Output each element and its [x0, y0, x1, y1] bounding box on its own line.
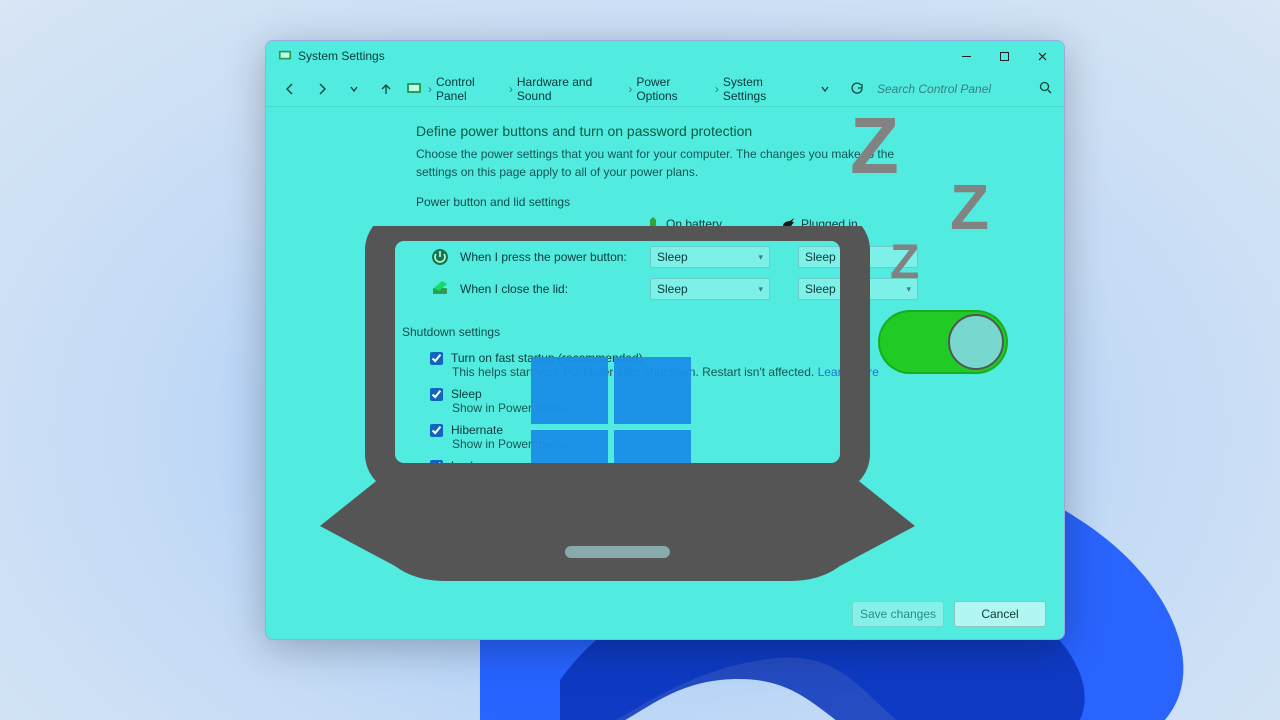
chevron-down-icon: ▾ — [758, 284, 763, 295]
learn-more-link[interactable]: Learn More — [818, 365, 879, 379]
opt-fast-startup-label: Turn on fast startup (recommended) — [451, 351, 643, 365]
footer-buttons: Save changes Cancel — [852, 601, 1046, 627]
power-icon — [430, 247, 450, 267]
crumb-3[interactable]: System Settings — [723, 75, 805, 103]
up-button[interactable] — [374, 77, 398, 101]
battery-icon — [646, 217, 660, 231]
crumb-0[interactable]: Control Panel — [436, 75, 505, 103]
opt-lock: Lock Show in account picture menu. — [416, 455, 1032, 491]
refresh-button[interactable] — [845, 77, 869, 101]
app-icon — [278, 49, 292, 63]
opt-sleep-desc: Show in Power menu. — [452, 401, 1032, 415]
opt-hibernate-label: Hibernate — [451, 423, 503, 437]
page-heading: Define power buttons and turn on passwor… — [416, 123, 1032, 139]
search-input[interactable] — [877, 82, 1033, 96]
chevron-down-icon: ▾ — [906, 252, 911, 263]
row-power-button: When I press the power button: Sleep▾ Sl… — [416, 241, 1032, 273]
select-lid-battery[interactable]: Sleep▾ — [650, 278, 770, 300]
opt-hibernate-desc: Show in Power menu. — [452, 437, 1032, 451]
save-button[interactable]: Save changes — [852, 601, 944, 627]
control-panel-icon — [406, 81, 422, 97]
col-plugged-label: Plugged in — [801, 217, 858, 231]
opt-lock-desc: Show in account picture menu. — [452, 473, 1032, 487]
check-hibernate[interactable] — [430, 424, 443, 437]
toggle-knob — [948, 314, 1004, 370]
titlebar: System Settings — [266, 41, 1064, 71]
toolbar: › Control Panel › Hardware and Sound › P… — [266, 71, 1064, 107]
opt-lock-label: Lock — [451, 459, 476, 473]
chevron-down-icon: ▾ — [758, 252, 763, 263]
recent-chevron-icon[interactable] — [342, 77, 366, 101]
check-lock[interactable] — [430, 460, 443, 473]
toggle-switch-graphic — [878, 310, 1008, 374]
forward-button[interactable] — [310, 77, 334, 101]
opt-sleep: Sleep Show in Power menu. — [416, 383, 1032, 419]
plug-icon — [781, 217, 795, 231]
cancel-button[interactable]: Cancel — [954, 601, 1046, 627]
back-button[interactable] — [278, 77, 302, 101]
crumb-2[interactable]: Power Options — [636, 75, 711, 103]
row-lid-label: When I close the lid: — [460, 282, 640, 296]
maximize-button[interactable] — [990, 45, 1018, 67]
select-power-battery[interactable]: Sleep▾ — [650, 246, 770, 268]
search-box[interactable] — [877, 81, 1052, 97]
opt-fast-startup-desc: This helps start your PC faster after sh… — [452, 365, 814, 379]
row-power-label: When I press the power button: — [460, 250, 640, 264]
opt-sleep-label: Sleep — [451, 387, 482, 401]
section-power-lid: Power button and lid settings — [416, 195, 1032, 209]
search-icon — [1039, 81, 1052, 97]
window-title: System Settings — [298, 49, 385, 63]
select-lid-plugged[interactable]: Sleep▾ — [798, 278, 918, 300]
address-chevron-icon[interactable] — [813, 77, 837, 101]
col-battery-label: On battery — [666, 217, 722, 231]
close-button[interactable] — [1028, 45, 1056, 67]
crumb-1[interactable]: Hardware and Sound — [517, 75, 624, 103]
lid-icon — [430, 279, 450, 299]
row-lid: When I close the lid: Sleep▾ Sleep▾ — [416, 273, 1032, 305]
check-fast-startup[interactable] — [430, 352, 443, 365]
opt-hibernate: Hibernate Show in Power menu. — [416, 419, 1032, 455]
breadcrumb-sep: › — [428, 82, 432, 96]
page-subtext: Choose the power settings that you want … — [416, 145, 936, 181]
minimize-button[interactable] — [952, 45, 980, 67]
select-power-plugged[interactable]: Sleep▾ — [798, 246, 918, 268]
check-sleep[interactable] — [430, 388, 443, 401]
column-headers: On battery Plugged in — [416, 217, 1032, 241]
breadcrumb[interactable]: › Control Panel › Hardware and Sound › P… — [406, 75, 805, 103]
chevron-down-icon: ▾ — [906, 284, 911, 295]
